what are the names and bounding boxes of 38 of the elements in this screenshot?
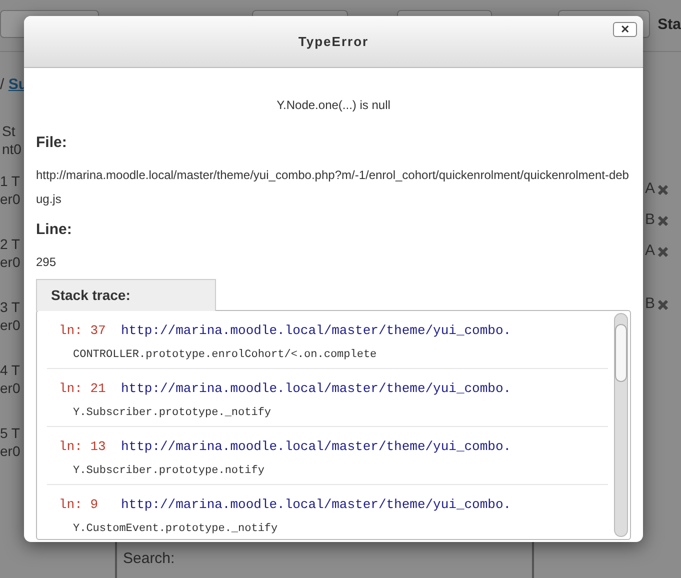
header-text: Sta xyxy=(658,15,681,35)
file-label: File: xyxy=(36,133,68,153)
close-button[interactable]: ✕ xyxy=(613,22,637,37)
stack-line-number: ln: 9 xyxy=(59,496,100,514)
line-number: 295 xyxy=(36,254,58,271)
stack-function: Y.Subscriber.prototype.notify xyxy=(72,464,266,478)
breadcrumb-separator: / xyxy=(0,76,6,93)
error-message: Y.Node.one(...) is null xyxy=(276,97,392,114)
stack-line-number: ln: 13 xyxy=(59,438,107,456)
stack-line-number: ln: 37 xyxy=(59,322,107,340)
group-label: A xyxy=(645,179,656,200)
line-label: Line: xyxy=(36,220,73,240)
scrollbar[interactable] xyxy=(614,313,628,537)
remove-icon[interactable] xyxy=(657,298,670,310)
group-label: B xyxy=(645,210,656,230)
stack-function: Y.Subscriber.prototype._notify xyxy=(72,406,272,420)
group-label: A xyxy=(645,241,656,262)
remove-icon[interactable] xyxy=(657,214,670,226)
group-label: B xyxy=(645,294,656,314)
table-row-text: 1 T er0 xyxy=(0,172,22,208)
stack-url: http://marina.moodle.local/master/theme/yui_combo. xyxy=(121,323,512,338)
remove-icon[interactable] xyxy=(657,184,670,196)
scrollbar-thumb[interactable] xyxy=(615,324,627,382)
stack-function: CONTROLLER.prototype.enrolCohort/<.on.complete xyxy=(72,348,378,362)
stack-url: http://marina.moodle.local/master/theme/yui_combo. xyxy=(121,439,512,454)
table-row-text: St nt0 xyxy=(1,122,22,158)
dialog-title: TypeError xyxy=(298,32,369,51)
table-row-text: 3 T er0 xyxy=(0,298,22,334)
search-label: Search: xyxy=(122,548,176,568)
stack-url: http://marina.moodle.local/master/theme/yui_combo. xyxy=(121,497,512,512)
table-row-text: 2 T er0 xyxy=(0,235,22,271)
table-row-text: 4 T er0 xyxy=(0,361,22,397)
file-path: http://marina.moodle.local/master/theme/yui_combo.php?m/-1/enrol_cohort/quickenrolment/quickenrolment-debug.js xyxy=(36,166,630,208)
table-row-text: 5 T er0 xyxy=(0,424,22,460)
stack-line-number: ln: 21 xyxy=(59,380,107,398)
stack-function: Y.CustomEvent.prototype._notify xyxy=(72,522,279,536)
remove-icon[interactable] xyxy=(657,246,670,258)
stack-url: http://marina.moodle.local/master/theme/yui_combo. xyxy=(121,381,512,396)
